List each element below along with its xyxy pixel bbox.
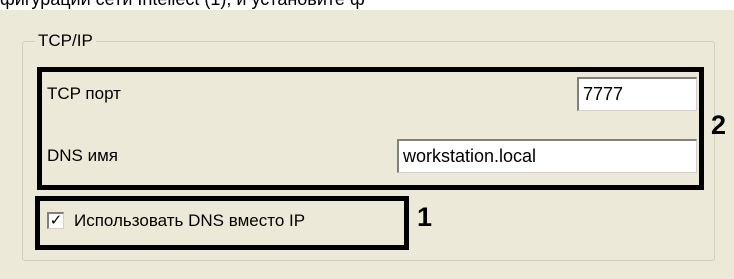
- page-text-fragment: фигурации сети Intellect (1), и установи…: [0, 0, 734, 10]
- callout-number-2: 2: [711, 110, 727, 140]
- callout-number-1: 1: [417, 202, 433, 232]
- annotation-box-2: [37, 67, 704, 190]
- groupbox-title: TCP/IP: [35, 31, 96, 51]
- annotation-box-1: [35, 196, 409, 250]
